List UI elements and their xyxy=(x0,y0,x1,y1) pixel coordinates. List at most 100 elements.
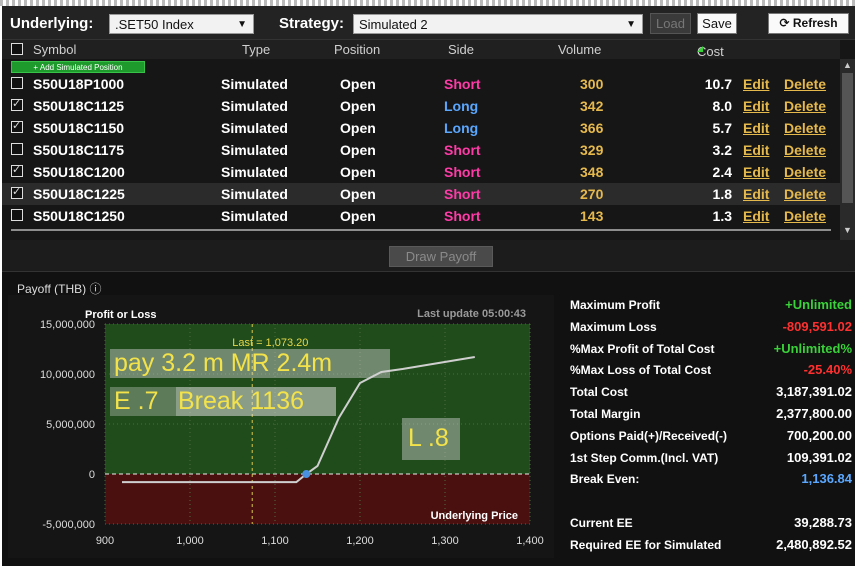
header-volume[interactable]: Volume xyxy=(558,42,601,57)
cell-cost: 1.3 xyxy=(712,208,732,224)
cell-type: Simulated xyxy=(221,98,288,114)
add-simulated-position-button[interactable]: + Add Simulated Position xyxy=(11,61,145,73)
strategy-label: Strategy: xyxy=(279,15,345,32)
cell-position: Open xyxy=(340,208,376,224)
cell-cost: 10.7 xyxy=(704,76,732,92)
scrollbar-thumb[interactable] xyxy=(842,73,853,203)
delete-link[interactable]: Delete xyxy=(784,186,826,202)
stat-value: +Unlimited% xyxy=(773,340,852,356)
stat-label: 1st Step Comm.(Incl. VAT) xyxy=(570,450,719,465)
cell-side: Long xyxy=(444,120,479,136)
header-side[interactable]: Side xyxy=(448,42,474,57)
underlying-label: Underlying: xyxy=(10,15,94,32)
edit-link[interactable]: Edit xyxy=(743,120,769,136)
row-checkbox[interactable] xyxy=(11,143,23,155)
load-button[interactable]: Load xyxy=(650,13,691,34)
table-row[interactable]: S50U18C1200 Simulated Open Short 348 2.4 Edit D… xyxy=(2,161,840,183)
row-checkbox[interactable] xyxy=(11,163,23,177)
row-checkbox[interactable] xyxy=(11,97,23,111)
table-row[interactable]: S50U18C1175 Simulated Open Short 329 3.2 Edit D… xyxy=(2,139,840,161)
table-row[interactable]: S50U18C1150 Simulated Open Long 366 5.7 Edit De… xyxy=(2,117,840,139)
x-tick-label: 900 xyxy=(96,535,114,547)
delete-link[interactable]: Delete xyxy=(784,98,826,114)
table-row[interactable]: S50U18C1125 Simulated Open Long 342 8.0 Edit De… xyxy=(2,95,840,117)
row-checkbox[interactable] xyxy=(11,77,23,89)
delete-link[interactable]: Delete xyxy=(784,120,826,136)
delete-link[interactable]: Delete xyxy=(784,164,826,180)
y-tick-label: 0 xyxy=(89,469,95,481)
refresh-button[interactable]: ⟳ Refresh xyxy=(768,13,849,34)
table-row[interactable]: S50U18C1225 Simulated Open Short 270 1.8 Edit D… xyxy=(2,183,840,205)
edit-link[interactable]: Edit xyxy=(743,98,769,114)
payoff-chart-svg: 15,000,00010,000,0005,000,0000-5,000,000… xyxy=(40,308,544,547)
cell-type: Simulated xyxy=(221,164,288,180)
stat-row: Maximum Loss -809,591.02 xyxy=(570,318,852,338)
cell-side: Long xyxy=(444,98,479,114)
cell-symbol: S50U18C1250 xyxy=(33,208,125,224)
header-position[interactable]: Position xyxy=(334,42,380,57)
break-even-marker xyxy=(302,470,311,478)
table-row[interactable]: S50U18P1000 Simulated Open Short 300 10.7 Edit… xyxy=(2,73,840,95)
cell-symbol: S50U18C1150 xyxy=(33,120,125,136)
cell-volume: 143 xyxy=(580,208,604,224)
cell-position: Open xyxy=(340,120,376,136)
stat-label: Total Cost xyxy=(570,385,628,400)
header-symbol[interactable]: Symbol xyxy=(33,42,76,57)
toolbar: Underlying: .SET50 Index ▼ Strategy: Sim… xyxy=(2,6,855,40)
stat-value: 1,136.84 xyxy=(801,471,852,487)
cell-cost: 2.4 xyxy=(712,164,732,180)
cell-side: Short xyxy=(444,208,481,224)
strategy-select[interactable]: Simulated 2 ▼ xyxy=(353,14,643,34)
refresh-icon: ⟳ xyxy=(779,16,790,30)
select-all-checkbox[interactable] xyxy=(11,43,23,55)
header-type[interactable]: Type xyxy=(242,42,270,57)
delete-link[interactable]: Delete xyxy=(784,142,826,158)
row-checkbox[interactable] xyxy=(11,209,23,221)
delete-link[interactable]: Delete xyxy=(784,76,826,92)
stat-row: 1st Step Comm.(Incl. VAT) 109,391.02 xyxy=(570,449,852,469)
cell-type: Simulated xyxy=(221,76,288,92)
cell-cost: 3.2 xyxy=(712,142,732,158)
stat-row: Options Paid(+)/Received(-) 700,200.00 xyxy=(570,427,852,447)
x-tick-label: 1,200 xyxy=(346,535,374,547)
cell-position: Open xyxy=(340,76,376,92)
info-icon[interactable]: ⓘ xyxy=(89,282,101,296)
stat-label: %Max Loss of Total Cost xyxy=(570,363,712,378)
save-button[interactable]: Save xyxy=(697,13,737,34)
edit-link[interactable]: Edit xyxy=(743,76,769,92)
edit-link[interactable]: Edit xyxy=(743,186,769,202)
x-tick-label: 1,000 xyxy=(176,535,204,547)
draw-payoff-bar: Draw Payoff xyxy=(2,240,855,272)
underlying-select[interactable]: .SET50 Index ▼ xyxy=(109,14,254,34)
stat-value: 2,480,892.52 xyxy=(776,537,852,552)
scroll-up-icon[interactable]: ▲ xyxy=(843,60,852,70)
cell-cost: 1.8 xyxy=(712,186,732,202)
annotation-pay-mr: pay 3.2 m MR 2.4m xyxy=(110,349,390,378)
annotation-break: Break 1136 xyxy=(176,387,336,416)
row-checkbox[interactable] xyxy=(11,185,23,199)
edit-link[interactable]: Edit xyxy=(743,142,769,158)
cell-volume: 366 xyxy=(580,120,604,136)
cell-cost: 8.0 xyxy=(712,98,732,114)
grid-scrollbar[interactable]: ▲ ▼ xyxy=(840,59,855,240)
positions-grid: Symbol Type Position Side Volume Cost ◢ +… xyxy=(2,40,855,240)
stat-row: Total Margin 2,377,800.00 xyxy=(570,405,852,425)
edit-link[interactable]: Edit xyxy=(743,208,769,224)
draw-payoff-button[interactable]: Draw Payoff xyxy=(389,246,493,267)
cell-volume: 300 xyxy=(580,76,604,92)
cell-symbol: S50U18C1125 xyxy=(33,98,125,114)
cell-position: Open xyxy=(340,186,376,202)
underlying-value: .SET50 Index xyxy=(115,17,194,32)
grid-rows: S50U18P1000 Simulated Open Short 300 10.7 Edit… xyxy=(2,76,840,240)
stat-row: %Max Profit of Total Cost +Unlimited% xyxy=(570,340,852,360)
table-row[interactable]: S50U18C1250 Simulated Open Short 143 1.3 Edit D… xyxy=(2,205,840,227)
delete-link[interactable]: Delete xyxy=(784,208,826,224)
scroll-down-icon[interactable]: ▼ xyxy=(843,225,852,235)
row-checkbox[interactable] xyxy=(11,119,23,133)
x-axis-label: Underlying Price xyxy=(431,510,518,522)
grid-header: Symbol Type Position Side Volume Cost ◢ xyxy=(2,40,840,59)
strategy-value: Simulated 2 xyxy=(359,17,428,32)
cell-position: Open xyxy=(340,164,376,180)
edit-link[interactable]: Edit xyxy=(743,164,769,180)
stat-label: Required EE for Simulated xyxy=(570,538,722,552)
